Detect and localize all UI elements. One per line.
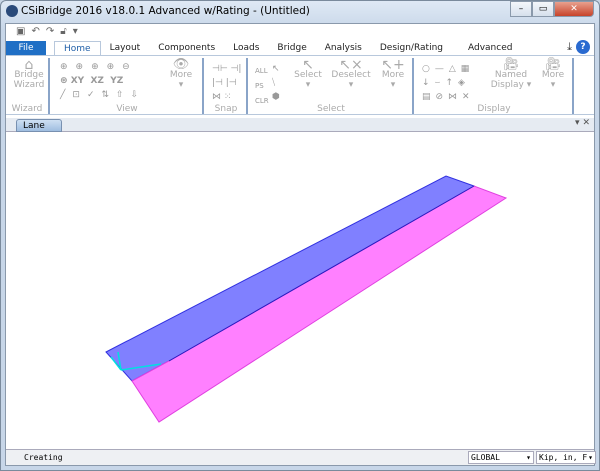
tab-components[interactable]: Components xyxy=(149,41,224,56)
bridge-icon: ⌂ xyxy=(24,57,34,73)
document-tab-bar: Lane ▾ ✕ xyxy=(6,118,594,132)
dropdown-icon[interactable]: ▾ xyxy=(575,118,580,128)
xy-view-button[interactable]: XY xyxy=(71,76,84,86)
download-icon[interactable]: ⤓ xyxy=(567,40,572,54)
customize-icon[interactable]: ▾ xyxy=(73,26,78,37)
3d-view-icon[interactable]: ⊛ xyxy=(60,76,71,86)
view-group: ⊕⊕⊕⊕⊖ ⊛ XY XZ YZ ╱⊡✓⇅⇧⇩ 👁︎ More ▾ View xyxy=(52,58,204,114)
model-viewport[interactable] xyxy=(6,132,594,449)
minimize-button[interactable]: – xyxy=(510,1,532,17)
lane-top-surface xyxy=(105,175,476,382)
select-group: ALL PS CLR ↖ ⧹ ⬢ ↖ Select ▾ ↖× Deselect ▾ ↖+ Mo… xyxy=(250,58,414,114)
ribbon: ⌂ Bridge Wizard Wizard ⊕⊕⊕⊕⊖ ⊛ XY XZ YZ ╱… xyxy=(6,55,594,115)
redo-icon[interactable]: ↷ xyxy=(46,26,54,37)
status-bar: Creating GLOBAL ▾ Kip, in, F ▾ xyxy=(6,449,596,465)
select-all-button[interactable]: ALL xyxy=(255,64,269,79)
snap-group: ⊣⊢ ⊣| |⊣ |⊣ ⋈ ⁙ Snap xyxy=(206,58,248,114)
chevron-down-icon: ▾ xyxy=(588,453,593,462)
cursor-x-icon: ↖× xyxy=(339,57,363,73)
group-label: Snap xyxy=(214,104,238,114)
quick-access-toolbar: ▣ ↶ ↷ 🔓︎ ▾ xyxy=(6,24,594,39)
xz-view-button[interactable]: XZ xyxy=(90,76,103,86)
tab-home[interactable]: Home xyxy=(54,41,101,56)
help-icon[interactable]: ? xyxy=(576,40,590,54)
view-more-button[interactable]: 👁︎ More ▾ xyxy=(164,57,198,90)
view-tools-icons[interactable]: ╱⊡✓⇅⇧⇩ xyxy=(60,90,145,100)
tab-design-rating[interactable]: Design/Rating xyxy=(371,41,452,56)
yz-view-button[interactable]: YZ xyxy=(110,76,123,86)
close-document-icon[interactable]: ✕ xyxy=(582,118,590,128)
tab-layout[interactable]: Layout xyxy=(101,41,150,56)
display-more-button[interactable]: 🎥︎ More ▾ xyxy=(536,57,570,90)
display-icons[interactable]: ○—△▦ ↓⌣↑◈ ▤⊘⋈✕ xyxy=(422,62,475,104)
ribbon-tabs: File Home Layout Components Loads Bridge… xyxy=(6,40,594,56)
status-text: Creating xyxy=(24,453,63,462)
camera-icon: 🎥︎ xyxy=(502,57,520,72)
window-title: CSiBridge 2016 v18.0.1 Advanced w/Rating… xyxy=(21,5,310,17)
select-button[interactable]: ↖ Select ▾ xyxy=(288,57,328,90)
view-planes: ⊛ XY XZ YZ xyxy=(60,76,123,86)
eye-icon: 👁︎ xyxy=(172,57,190,72)
cursor-icon: ↖ xyxy=(302,57,314,73)
select-small-buttons: ALL PS CLR xyxy=(255,64,269,109)
previous-select-button[interactable]: PS xyxy=(255,79,269,94)
select-more-button[interactable]: ↖+ More ▾ xyxy=(376,57,410,90)
units-select[interactable]: Kip, in, F ▾ xyxy=(536,451,596,464)
group-label: View xyxy=(116,104,138,114)
bridge-wizard-button[interactable]: ⌂ Bridge Wizard xyxy=(10,57,48,90)
zoom-icons[interactable]: ⊕⊕⊕⊕⊖ xyxy=(60,62,138,72)
close-button[interactable]: ✕ xyxy=(554,1,594,17)
lock-icon[interactable]: 🔓︎ xyxy=(60,26,66,37)
camera-tripod-icon: 🎥︎ xyxy=(544,57,562,72)
units-value: Kip, in, F xyxy=(539,453,588,462)
chevron-down-icon: ▾ xyxy=(526,453,531,462)
lane-model-drawing xyxy=(105,175,508,423)
display-group: ○—△▦ ↓⌣↑◈ ▤⊘⋈✕ 🎥︎ Named Display ▾ 🎥︎ More ▾ D… xyxy=(416,58,574,114)
tab-lane[interactable]: Lane xyxy=(16,119,62,132)
restore-button[interactable]: ▭ xyxy=(532,1,554,17)
coord-system-value: GLOBAL xyxy=(471,453,500,462)
save-icon[interactable]: ▣ xyxy=(16,26,25,37)
tab-loads[interactable]: Loads xyxy=(224,41,268,56)
app-window: CSiBridge 2016 v18.0.1 Advanced w/Rating… xyxy=(0,0,600,471)
group-label: Select xyxy=(317,104,345,114)
snap-icons[interactable]: ⊣⊢ ⊣| |⊣ |⊣ ⋈ ⁙ xyxy=(212,62,241,104)
group-label: Wizard xyxy=(11,104,43,114)
undo-icon[interactable]: ↶ xyxy=(31,26,39,37)
named-display-button[interactable]: 🎥︎ Named Display ▾ xyxy=(490,57,532,90)
wizard-group: ⌂ Bridge Wizard Wizard xyxy=(6,58,50,114)
tab-file[interactable]: File xyxy=(6,41,46,56)
tab-analysis[interactable]: Analysis xyxy=(316,41,371,56)
pointer-icons[interactable]: ↖ ⧹ ⬢ xyxy=(272,62,280,104)
group-label: Display xyxy=(477,104,511,114)
app-logo-icon xyxy=(6,5,18,17)
cursor-plus-icon: ↖+ xyxy=(381,57,405,73)
lane-divider-line xyxy=(168,185,475,362)
tab-advanced[interactable]: Advanced xyxy=(452,41,521,56)
lane-bottom-surface xyxy=(131,185,508,423)
deselect-button[interactable]: ↖× Deselect ▾ xyxy=(330,57,372,90)
coord-system-select[interactable]: GLOBAL ▾ xyxy=(468,451,534,464)
tab-bridge[interactable]: Bridge xyxy=(268,41,315,56)
